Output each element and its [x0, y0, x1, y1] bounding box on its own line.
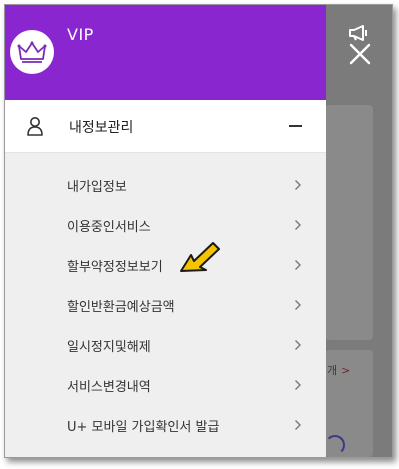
side-drawer: VIP 내정보관리 내가입정보 이용중인서비스 할부약정정보보기 할인반환금예상…: [5, 5, 326, 457]
chevron-right-icon: [295, 420, 301, 430]
submenu-item-services-in-use[interactable]: 이용중인서비스: [5, 205, 326, 245]
close-icon: [349, 43, 371, 65]
submenu-item-label: U+ 모바일 가입확인서 발급: [67, 420, 220, 435]
my-info-management-toggle[interactable]: 내정보관리: [5, 100, 326, 153]
close-button[interactable]: [349, 43, 371, 65]
app-frame: 개 > VIP 내정보관리 내가입정보 이용중인서비스 할부약정정보보기 할인반…: [4, 4, 393, 458]
submenu-item-label: 할인반환금예상금액: [67, 300, 175, 315]
submenu-item-label: 일시정지및해제: [67, 340, 151, 355]
megaphone-icon[interactable]: [348, 25, 370, 45]
submenu-item-label: 내가입정보: [67, 180, 127, 195]
membership-tier-label: VIP: [67, 25, 94, 44]
background-circle-icon: [325, 435, 345, 455]
chevron-right-icon: [295, 380, 301, 390]
chevron-right-icon: [295, 220, 301, 230]
crown-icon: [17, 41, 47, 63]
chevron-right-icon: [295, 260, 301, 270]
vip-header: VIP: [5, 5, 326, 100]
annotation-arrow-icon: [177, 237, 223, 281]
submenu-item-mobile-subscription-certificate[interactable]: U+ 모바일 가입확인서 발급: [5, 405, 326, 445]
submenu-item-label: 이용중인서비스: [67, 220, 151, 235]
chevron-right-icon: >: [341, 364, 351, 377]
background-more-label: 개: [327, 364, 338, 377]
background-more-link: 개 >: [327, 362, 350, 378]
person-icon: [25, 116, 45, 140]
avatar[interactable]: [10, 30, 54, 74]
section-title: 내정보관리: [69, 120, 134, 136]
submenu-list: 내가입정보 이용중인서비스 할부약정정보보기 할인반환금예상금액 일시정지및해제…: [5, 165, 326, 445]
submenu-item-suspend-and-resume[interactable]: 일시정지및해제: [5, 325, 326, 365]
submenu-item-label: 서비스변경내역: [67, 380, 151, 395]
chevron-right-icon: [295, 340, 301, 350]
chevron-right-icon: [295, 300, 301, 310]
background-card: [325, 105, 373, 340]
submenu-item-discount-refund-estimate[interactable]: 할인반환금예상금액: [5, 285, 326, 325]
submenu-item-installment-contract-info[interactable]: 할부약정정보보기: [5, 245, 326, 285]
submenu-item-my-subscription-info[interactable]: 내가입정보: [5, 165, 326, 205]
minus-icon[interactable]: [289, 125, 302, 127]
chevron-right-icon: [295, 180, 301, 190]
submenu-item-service-change-history[interactable]: 서비스변경내역: [5, 365, 326, 405]
submenu-item-label: 할부약정정보보기: [67, 260, 163, 275]
